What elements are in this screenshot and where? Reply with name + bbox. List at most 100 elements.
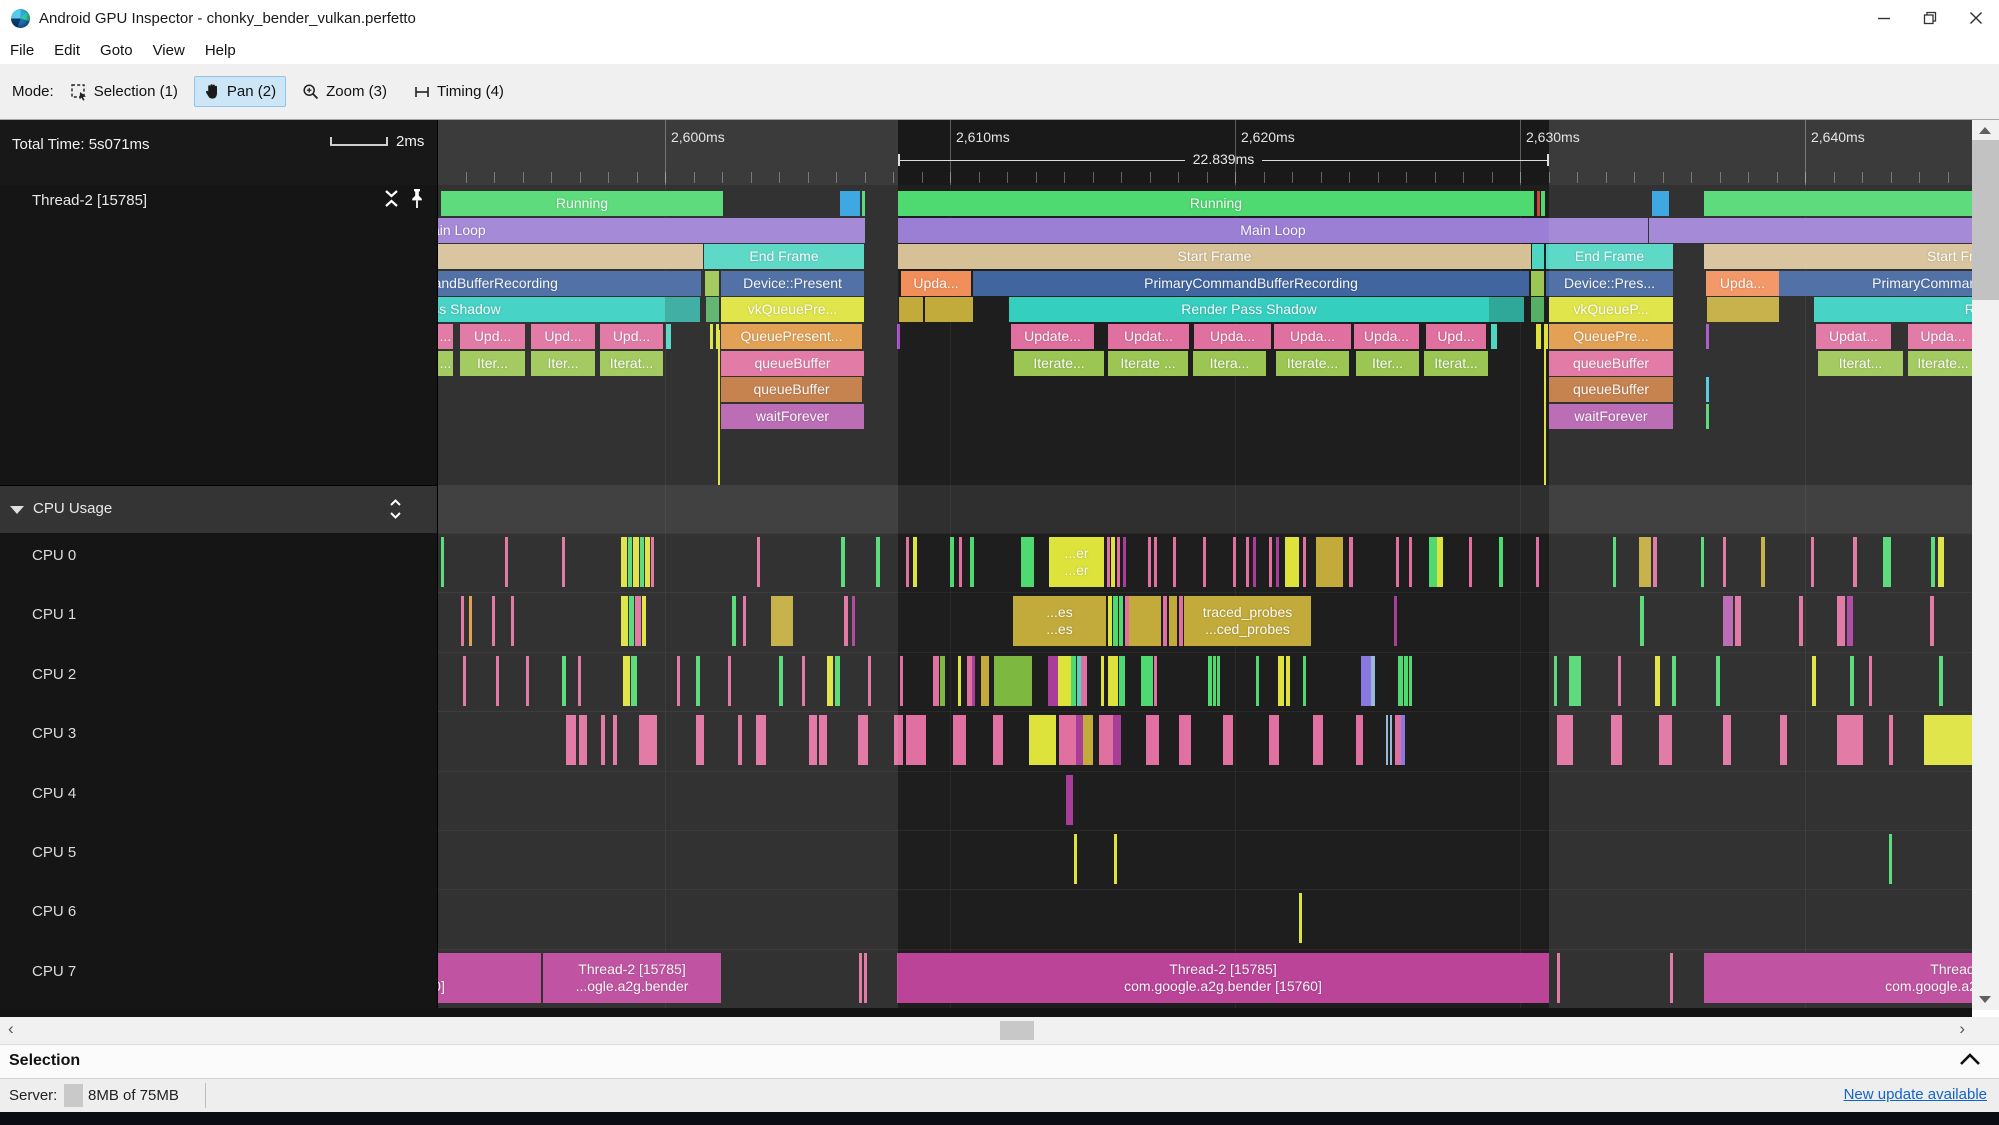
- cpu-slice[interactable]: [1286, 655, 1290, 706]
- menu-item-help[interactable]: Help: [195, 42, 246, 59]
- trace-slice[interactable]: [1536, 324, 1541, 349]
- cpu-slice[interactable]: [1071, 655, 1076, 706]
- trace-slice[interactable]: Iterate ...: [1108, 350, 1188, 376]
- cpu-slice[interactable]: [1148, 537, 1151, 587]
- cpu-track-label[interactable]: CPU 1: [32, 606, 76, 623]
- trace-slice[interactable]: [1541, 191, 1545, 216]
- cpu-slice[interactable]: [1409, 537, 1412, 587]
- trace-slice[interactable]: Running: [898, 191, 1534, 216]
- cpu-slice[interactable]: ...es ...es: [1013, 596, 1106, 647]
- cpu-slice[interactable]: [1390, 715, 1392, 766]
- cpu-slice[interactable]: [1303, 655, 1306, 706]
- cpu-slice[interactable]: traced_probes ...ced_probes: [1184, 596, 1311, 647]
- selection-mode-button[interactable]: Selection (1): [60, 76, 188, 108]
- cpu-slice[interactable]: [1114, 834, 1117, 884]
- cpu-slice[interactable]: [1469, 537, 1472, 587]
- close-button[interactable]: [1953, 0, 1999, 36]
- menu-item-file[interactable]: File: [0, 42, 44, 59]
- cpu-slice[interactable]: [1113, 715, 1121, 766]
- cpu-slice[interactable]: [950, 537, 954, 587]
- cpu-track-label[interactable]: CPU 0: [32, 547, 76, 564]
- cpu-slice[interactable]: [959, 537, 962, 587]
- cpu-slice[interactable]: [906, 537, 909, 587]
- cpu-slice[interactable]: [1313, 715, 1323, 766]
- trace-slice[interactable]: Iter...: [1356, 350, 1419, 376]
- zoom-mode-button[interactable]: Zoom (3): [292, 76, 397, 108]
- cpu-slice[interactable]: [1269, 537, 1272, 587]
- trace-slice[interactable]: [899, 297, 923, 323]
- cpu-slice[interactable]: [958, 655, 961, 706]
- cpu-slice[interactable]: [1429, 537, 1437, 587]
- pin-track-icon[interactable]: [409, 188, 425, 215]
- menu-item-view[interactable]: View: [143, 42, 195, 59]
- cpu-slice[interactable]: [906, 715, 926, 766]
- cpu-slice[interactable]: [913, 537, 917, 587]
- menu-item-goto[interactable]: Goto: [90, 42, 143, 59]
- cpu-track-label[interactable]: CPU 6: [32, 903, 76, 920]
- vertical-scroll-thumb[interactable]: [1972, 140, 1999, 300]
- menu-item-edit[interactable]: Edit: [44, 42, 90, 59]
- cpu-slice[interactable]: [1276, 537, 1279, 587]
- timing-mode-button[interactable]: Timing (4): [403, 76, 514, 108]
- cpu-slice[interactable]: [972, 655, 975, 706]
- cpu-slice[interactable]: [1058, 655, 1071, 706]
- cpu-slice[interactable]: ...er ...er: [1049, 537, 1104, 587]
- trace-slice[interactable]: Iterate...: [1276, 350, 1349, 376]
- cpu-slice[interactable]: [1349, 537, 1353, 587]
- trace-slice[interactable]: Updat...: [1108, 324, 1189, 349]
- cpu-slice[interactable]: [1119, 596, 1123, 647]
- time-ruler[interactable]: 2,600ms 2,610ms 2,620ms 2,630ms 2,640ms 22.83…: [438, 120, 1972, 185]
- cpu-slice[interactable]: [940, 655, 945, 706]
- cpu-slice[interactable]: [1203, 537, 1206, 587]
- scroll-up-icon[interactable]: [1979, 127, 1991, 134]
- cpu-slice[interactable]: Thread-2 [15785]com.google.a2g.bender [1…: [897, 952, 1549, 1003]
- cpu-slice[interactable]: [1303, 537, 1306, 587]
- horizontal-scroll-thumb[interactable]: [1000, 1021, 1034, 1040]
- cpu-slice[interactable]: [1021, 537, 1034, 587]
- trace-slice[interactable]: [925, 297, 973, 323]
- cpu-slice[interactable]: [1233, 537, 1236, 587]
- cpu-slice[interactable]: [1217, 655, 1220, 706]
- trace-slice[interactable]: [1531, 270, 1544, 296]
- scroll-left-icon[interactable]: ‹: [8, 1019, 14, 1039]
- cpu-track-label[interactable]: CPU 3: [32, 725, 76, 742]
- cpu-usage-section-header[interactable]: CPU Usage: [0, 485, 437, 533]
- cpu-slice[interactable]: [953, 715, 966, 766]
- cpu-slice[interactable]: [1278, 655, 1284, 706]
- cpu-track-label[interactable]: CPU 5: [32, 844, 76, 861]
- cpu-slice[interactable]: [1173, 537, 1176, 587]
- cpu-slice[interactable]: [1536, 537, 1539, 587]
- cpu-track-label[interactable]: CPU 4: [32, 785, 76, 802]
- cpu-slice[interactable]: [1213, 655, 1216, 706]
- cpu-slice[interactable]: [1179, 715, 1191, 766]
- cpu-slice[interactable]: [1154, 537, 1157, 587]
- cpu-slice[interactable]: [1437, 537, 1443, 587]
- trace-slice[interactable]: Upda...: [1194, 324, 1271, 349]
- trace-slice[interactable]: PrimaryCommandBufferRecording: [973, 270, 1529, 296]
- scroll-right-icon[interactable]: ›: [1959, 1019, 1965, 1039]
- trace-slice[interactable]: [1491, 324, 1497, 349]
- cpu-slice[interactable]: [1299, 893, 1302, 944]
- cpu-slice[interactable]: [1253, 537, 1256, 587]
- cpu-slice[interactable]: [1179, 596, 1183, 647]
- cpu-slice[interactable]: [1398, 655, 1403, 706]
- cpu-slice[interactable]: [1316, 537, 1343, 587]
- cpu-slice[interactable]: [1246, 537, 1249, 587]
- restore-button[interactable]: [1907, 0, 1953, 36]
- cpu-slice[interactable]: [1083, 715, 1093, 766]
- cpu-slice[interactable]: [1404, 655, 1408, 706]
- cpu-slice[interactable]: [1146, 715, 1159, 766]
- cpu-slice[interactable]: [1129, 596, 1161, 647]
- cpu-slice[interactable]: [1123, 537, 1126, 587]
- trace-slice[interactable]: Upda...: [1354, 324, 1419, 349]
- cpu-slice[interactable]: [1223, 715, 1233, 766]
- cpu-slice[interactable]: [981, 655, 989, 706]
- trace-slice[interactable]: Main Loop: [898, 217, 1648, 243]
- trace-slice[interactable]: [1537, 191, 1540, 216]
- cpu-slice[interactable]: [1059, 715, 1076, 766]
- cpu-slice[interactable]: [1386, 715, 1388, 766]
- cpu-slice[interactable]: [1154, 655, 1157, 706]
- cpu-slice[interactable]: [1401, 715, 1405, 766]
- trace-slice[interactable]: [1489, 297, 1524, 323]
- cpu-slice[interactable]: [1285, 537, 1299, 587]
